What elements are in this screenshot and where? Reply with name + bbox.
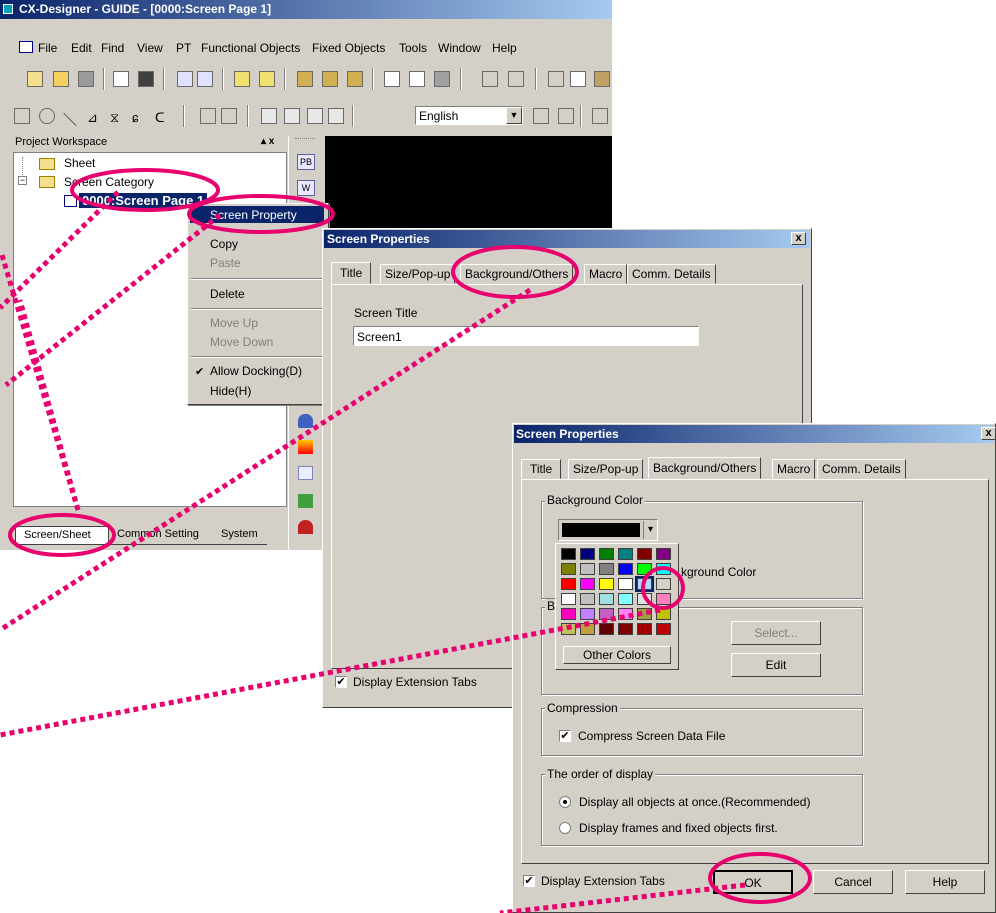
annotation-overlay (0, 168, 812, 913)
highlight-ring (8, 168, 812, 904)
dotted-connector (0, 190, 746, 913)
